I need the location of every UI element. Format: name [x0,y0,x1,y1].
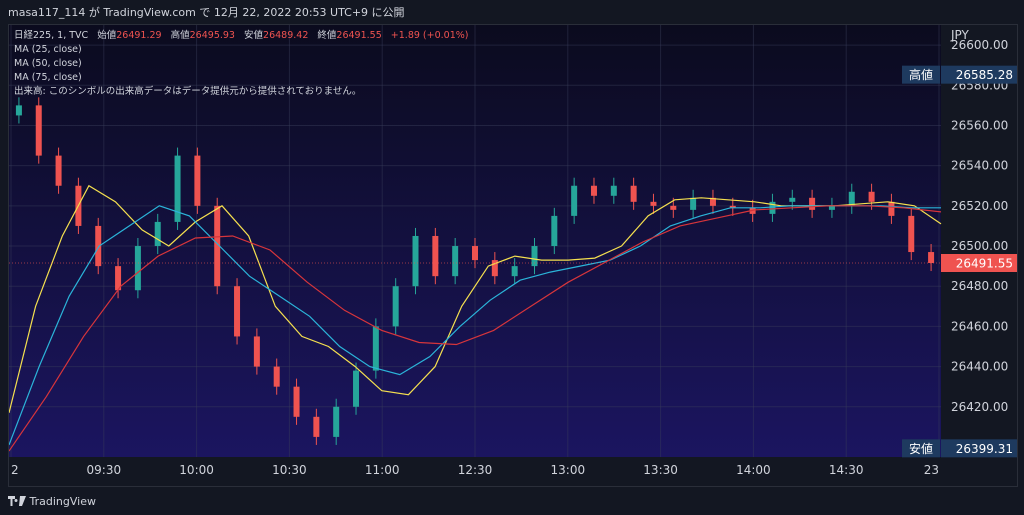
y-tick-label: 26540.00 [951,159,1008,173]
candle-body [650,201,657,206]
hl-value-text: 26399.31 [956,442,1013,456]
candle-body [590,185,597,196]
tradingview-brand: TradingView [29,495,96,508]
hl-label-text: 安値 [909,441,933,456]
legend-open-label: 始値 [97,29,117,41]
x-tick-label: 09:30 [87,463,122,477]
candle-body [412,235,419,287]
y-tick-label: 26500.00 [951,239,1008,253]
x-tick-label: 14:00 [736,463,771,477]
y-tick-label: 26600.00 [951,38,1008,52]
candle-body [670,205,677,210]
legend-symbol: 日経225, 1, TVC [14,29,89,41]
legend-close-value: 26491.55 [336,30,381,41]
chart-window: masa117_114 が TradingView.com で 12月 22, … [0,0,1024,515]
candle-body [868,191,875,202]
candle-body [35,105,42,156]
y-tick-label: 26480.00 [951,279,1008,293]
tradingview-logo-icon [8,496,26,506]
candle-body [928,252,935,264]
candle-body [551,215,558,247]
legend-low-label: 安値 [244,29,264,41]
candle-body [333,406,340,437]
candle-body [848,191,855,206]
y-tick-label: 26440.00 [951,360,1008,374]
legend-change: +1.89 (+0.01%) [391,30,469,41]
candle-body [789,197,796,202]
candle-body [452,246,459,277]
x-tick-label: 13:30 [643,463,678,477]
price-chart[interactable]: JPY 26600.0026580.0026560.0026540.002652… [8,25,1017,486]
x-tick-label: 23 [924,463,939,477]
y-tick-label: 26420.00 [951,400,1008,414]
candle-body [610,185,617,196]
candle-body [630,185,637,202]
y-tick-label: 26460.00 [951,319,1008,333]
y-tick-label: 26520.00 [951,199,1008,213]
candle-body [888,201,895,216]
candle-body [234,286,241,337]
publisher-info: masa117_114 が TradingView.com で 12月 22, … [8,6,405,19]
candle-body [154,221,161,247]
candle-body [432,235,439,277]
x-tick-label: 14:30 [829,463,864,477]
legend-close-label: 終値 [317,29,337,41]
hl-value-text: 26585.28 [956,68,1013,82]
chart-panel[interactable]: JPY 26600.00 26580.00 26560.00 26540.00 2652… [8,24,1018,487]
candle-body [95,225,102,267]
candle-body [511,266,518,277]
last-price-text: 26491.55 [956,257,1013,271]
candle-body [194,155,201,206]
x-tick-label: 11:00 [365,463,400,477]
legend-ma50[interactable]: MA (50, close) [14,58,82,69]
candle-body [55,155,62,186]
legend-high-label: 高値 [171,29,191,41]
candle-body [908,215,915,253]
publish-bar: masa117_114 が TradingView.com で 12月 22, … [0,0,1024,24]
x-tick-label: 2 [11,463,19,477]
candle-body [690,197,697,210]
candle-body [809,197,816,210]
legend-low-value: 26489.42 [263,30,308,41]
legend-volume-note: 出来高: このシンボルの出来高データはデータ提供元から提供されておりません。 [14,85,361,97]
x-tick-label: 12:30 [458,463,493,477]
candle-body [353,370,360,407]
candle-body [392,286,399,327]
candle-body [253,336,260,367]
candle-body [472,246,478,261]
legend-ma75[interactable]: MA (75, close) [14,72,82,83]
hl-label-text: 高値 [909,67,933,82]
tradingview-logo[interactable]: TradingView [8,495,96,508]
legend-ma25[interactable]: MA (25, close) [14,44,82,55]
candle-body [15,105,22,116]
x-tick-label: 10:00 [179,463,214,477]
x-tick-label: 13:00 [551,463,586,477]
footer-bar: TradingView [0,487,1024,515]
candle-body [293,386,300,417]
candle-body [273,366,280,387]
candle-body [372,326,379,371]
candle-body [134,246,141,291]
x-tick-label: 10:30 [272,463,307,477]
legend-open-value: 26491.29 [116,30,161,41]
y-tick-label: 26560.00 [951,118,1008,132]
legend-high-value: 26495.93 [190,30,235,41]
candle-body [313,416,320,437]
candle-body [828,205,835,210]
candle-body [571,185,578,216]
